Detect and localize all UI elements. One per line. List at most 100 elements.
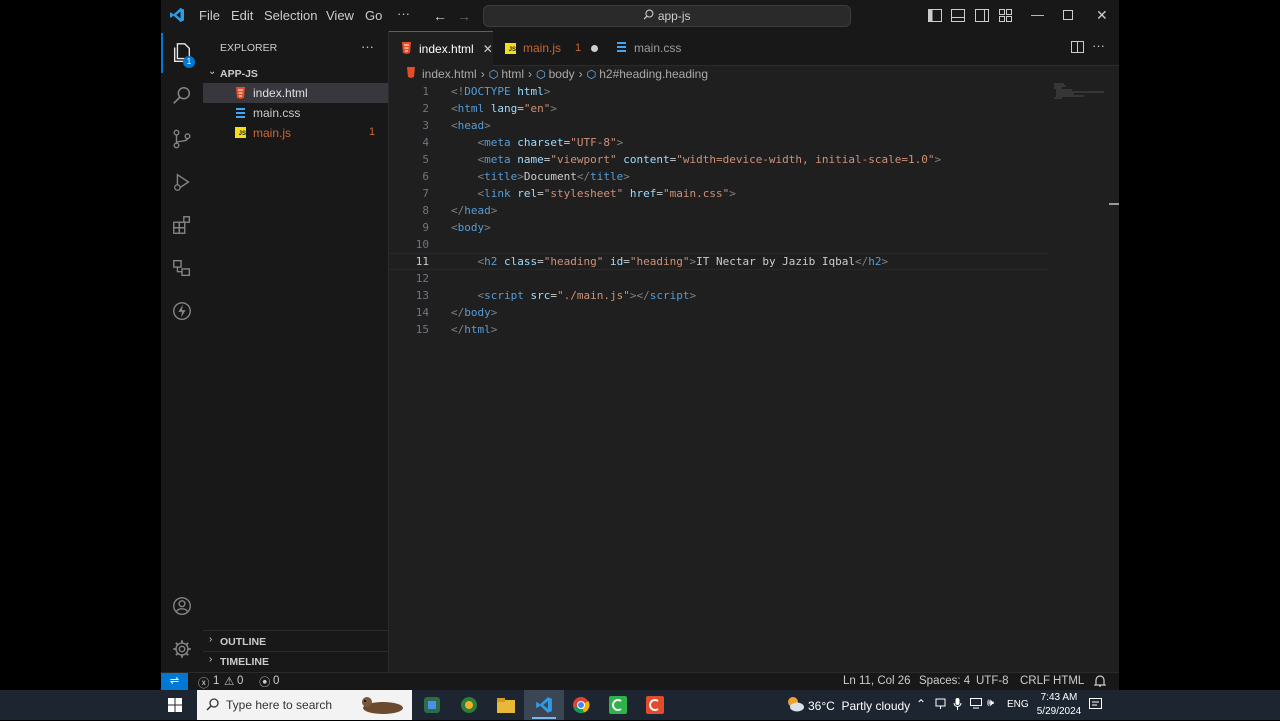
code-line[interactable]: 3 <head>: [389, 117, 1119, 134]
unsaved-dot-icon[interactable]: [591, 44, 599, 52]
editor-more-icon[interactable]: ···: [1092, 38, 1105, 53]
remote-indicator-icon[interactable]: ⇌: [161, 673, 188, 690]
toggle-secondary-sidebar-icon[interactable]: [975, 9, 989, 25]
ports-icon[interactable]: ⦿: [259, 674, 271, 690]
close-tab-icon[interactable]: ✕: [483, 42, 493, 56]
tab-index-html[interactable]: index.html ✕: [389, 31, 493, 66]
clock-date[interactable]: 5/29/2024: [1034, 706, 1084, 717]
clock-time[interactable]: 7:43 AM: [1039, 692, 1079, 703]
edge-browser-icon[interactable]: [458, 694, 480, 716]
warning-icon[interactable]: ⚠: [224, 674, 234, 688]
indentation[interactable]: Spaces: 4: [919, 675, 970, 687]
code-line[interactable]: 1 <!DOCTYPE html>: [389, 83, 1119, 100]
file-item-main-css[interactable]: main.css: [203, 103, 388, 123]
code-line[interactable]: 14 </body>: [389, 304, 1119, 321]
toggle-panel-icon[interactable]: [951, 9, 965, 25]
code-line[interactable]: 8 </head>: [389, 202, 1119, 219]
show-hidden-icons-icon[interactable]: ⌃: [916, 697, 926, 711]
accounts-icon[interactable]: [161, 586, 203, 626]
weather-text[interactable]: 36°C Partly cloudy: [808, 699, 910, 713]
ports-count[interactable]: 0: [273, 675, 279, 687]
encoding[interactable]: UTF-8: [976, 675, 1009, 687]
forward-arrow-icon[interactable]: →: [457, 8, 471, 24]
code-line[interactable]: 2 <html lang="en">: [389, 100, 1119, 117]
line-endings[interactable]: CRLF: [1020, 675, 1050, 687]
windows-start-icon[interactable]: [168, 698, 182, 715]
tab-main-css[interactable]: main.css: [608, 31, 703, 65]
notifications-bell-icon[interactable]: [1093, 674, 1107, 690]
vscode-taskbar-button[interactable]: [524, 690, 564, 720]
menu-file[interactable]: File: [199, 8, 220, 23]
code-line[interactable]: 9 <body>: [389, 219, 1119, 236]
input-language[interactable]: ENG: [1007, 699, 1029, 710]
code-token: name: [517, 153, 544, 166]
remote-explorer-icon[interactable]: [161, 248, 203, 288]
chrome-icon[interactable]: [570, 694, 592, 716]
explorer-icon[interactable]: 1: [161, 33, 203, 73]
code-line[interactable]: 15 </html>: [389, 321, 1119, 338]
customize-layout-icon[interactable]: [999, 9, 1013, 25]
volume-icon[interactable]: 🕪: [987, 697, 994, 710]
code-token: "heading": [629, 255, 690, 268]
breadcrumb-item[interactable]: html: [501, 67, 524, 81]
source-control-icon[interactable]: [161, 119, 203, 159]
file-explorer-icon[interactable]: [495, 694, 517, 716]
run-debug-icon[interactable]: [161, 162, 203, 202]
breadcrumb-item[interactable]: body: [549, 67, 575, 81]
menu-edit[interactable]: Edit: [231, 8, 253, 23]
breadcrumb-item[interactable]: h2#heading.heading: [599, 67, 708, 81]
wifi-display-icon[interactable]: [970, 698, 982, 712]
toggle-primary-sidebar-icon[interactable]: [928, 9, 942, 25]
menu-go[interactable]: Go: [365, 8, 382, 23]
language-mode[interactable]: HTML: [1053, 675, 1084, 687]
camtasia-green-icon[interactable]: [607, 694, 629, 716]
task-view-icon[interactable]: [421, 694, 443, 716]
close-window-icon[interactable]: ✕: [1096, 7, 1108, 24]
outline-section[interactable]: › OUTLINE: [203, 633, 388, 651]
minimap[interactable]: [1054, 83, 1106, 99]
code-line[interactable]: 11 <h2 class="heading" id="heading">IT N…: [389, 253, 1119, 270]
code-line[interactable]: 7 <link rel="stylesheet" href="main.css"…: [389, 185, 1119, 202]
breadcrumb-item[interactable]: index.html: [422, 67, 477, 81]
weather-cloud-icon[interactable]: [785, 696, 805, 715]
code-line[interactable]: 10: [389, 236, 1119, 253]
code-editor[interactable]: 1 <!DOCTYPE html> 2 <html lang="en"> 3 <head>…: [389, 83, 1119, 673]
manage-gear-icon[interactable]: [161, 629, 203, 669]
code-line[interactable]: 12: [389, 270, 1119, 287]
code-text: <meta charset="UTF-8">: [451, 134, 624, 151]
network-icon[interactable]: [935, 698, 946, 712]
errors-count[interactable]: 1: [213, 675, 219, 687]
code-line[interactable]: 6 <title>Document</title>: [389, 168, 1119, 185]
camtasia-red-icon[interactable]: [644, 694, 666, 716]
file-item-index-html[interactable]: index.html: [203, 83, 388, 103]
code-line[interactable]: 4 <meta charset="UTF-8">: [389, 134, 1119, 151]
command-center[interactable]: app-js: [483, 5, 851, 27]
menu-more[interactable]: ···: [397, 6, 410, 21]
file-item-main-js[interactable]: JS main.js 1: [203, 123, 388, 143]
code-line[interactable]: 5 <meta name="viewport" content="width=d…: [389, 151, 1119, 168]
chevron-right-icon: ›: [209, 654, 213, 665]
maximize-icon[interactable]: [1063, 9, 1073, 23]
code-text: <script src="./main.js"></script>: [451, 287, 697, 304]
tab-main-js[interactable]: JS main.js 1: [493, 31, 608, 65]
warnings-count[interactable]: 0: [237, 675, 243, 687]
code-line[interactable]: 13 <script src="./main.js"></script>: [389, 287, 1119, 304]
split-editor-icon[interactable]: [1071, 41, 1084, 56]
notification-center-icon[interactable]: [1089, 698, 1102, 714]
sidebar-more-button[interactable]: ···: [361, 39, 374, 54]
microphone-icon[interactable]: [953, 698, 962, 713]
timeline-section[interactable]: › TIMELINE: [203, 653, 388, 671]
menu-selection[interactable]: Selection: [264, 8, 317, 23]
taskbar-search-box[interactable]: Type here to search: [197, 690, 412, 720]
errors-icon[interactable]: ⓧ: [198, 675, 210, 690]
extensions-icon[interactable]: [161, 205, 203, 245]
thunder-client-icon[interactable]: [161, 291, 203, 331]
code-token: >: [934, 153, 942, 166]
minimize-icon[interactable]: —: [1031, 7, 1044, 22]
menu-view[interactable]: View: [326, 8, 354, 23]
folder-app-js[interactable]: ⌄ APP-JS: [203, 65, 388, 83]
code-token: >: [550, 102, 557, 115]
back-arrow-icon[interactable]: ←: [433, 8, 447, 24]
search-view-icon[interactable]: [161, 76, 203, 116]
cursor-position[interactable]: Ln 11, Col 26: [843, 675, 911, 687]
